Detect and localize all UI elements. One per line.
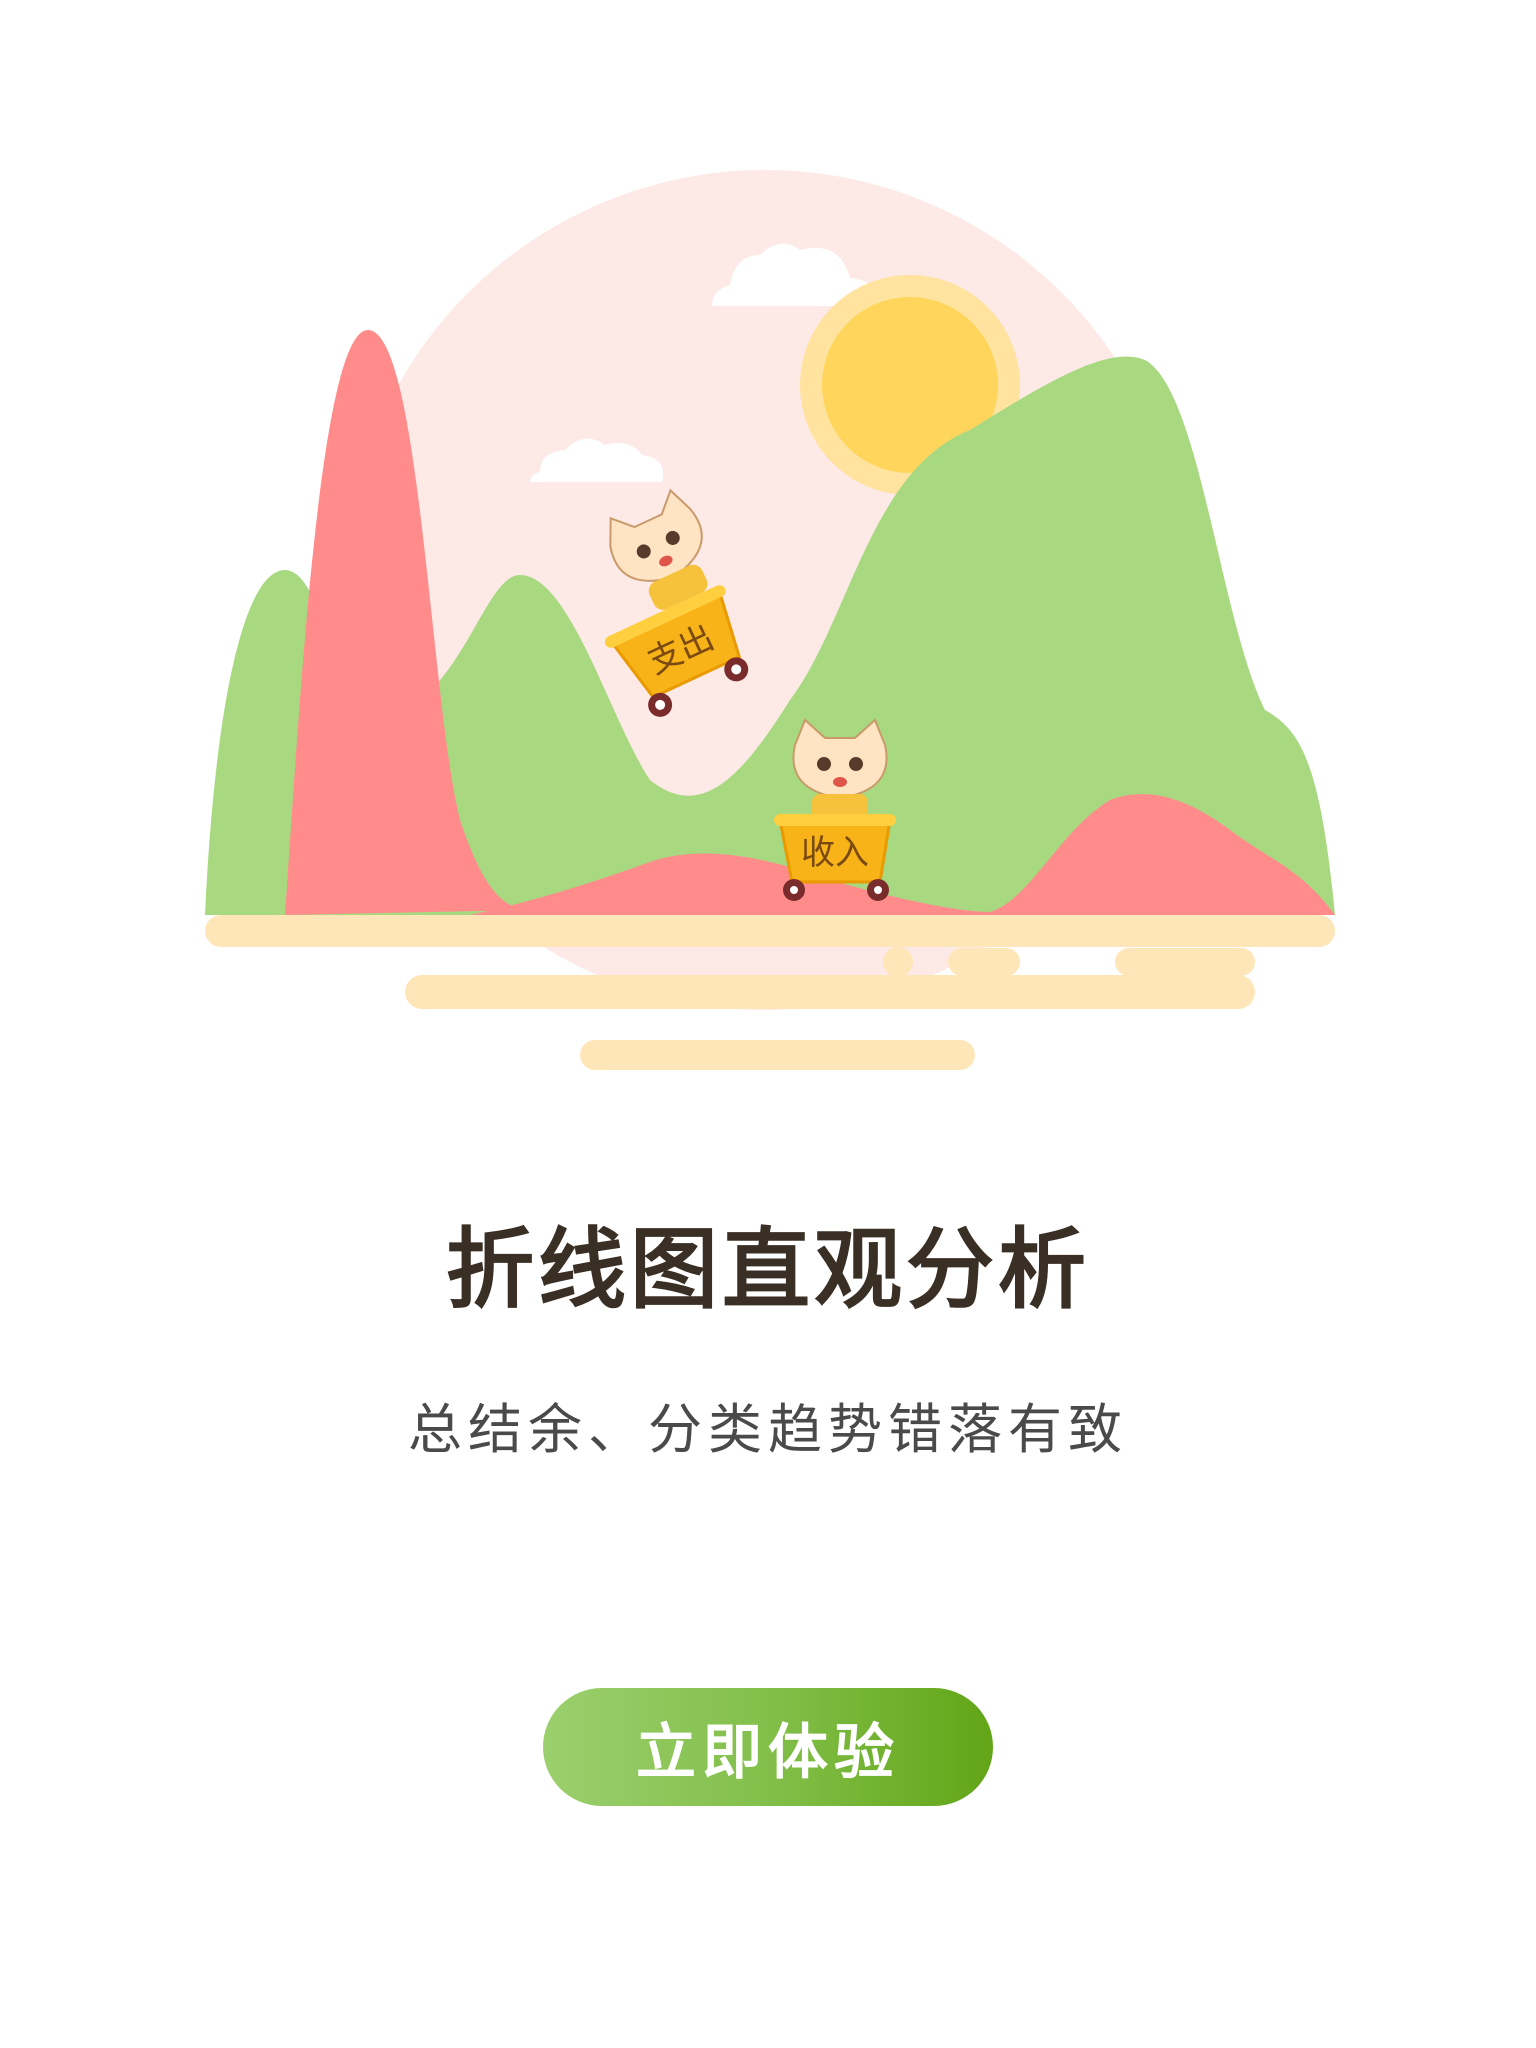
page-subtitle: 总结余、分类趋势错落有致 [408, 1398, 1128, 1461]
try-now-button[interactable]: 立即体验 [543, 1688, 993, 1806]
landscape-illustration: 支出 收入 [205, 170, 1335, 1070]
cart-income-label: 收入 [801, 833, 869, 873]
try-now-label: 立即体验 [636, 1717, 900, 1788]
onboarding-page: 支出 收入 折线图直观分析 总结余、分类趋势错落有致 立即体验 [0, 0, 1536, 2048]
ground [205, 915, 1335, 1070]
page-title: 折线图直观分析 [445, 1218, 1090, 1321]
